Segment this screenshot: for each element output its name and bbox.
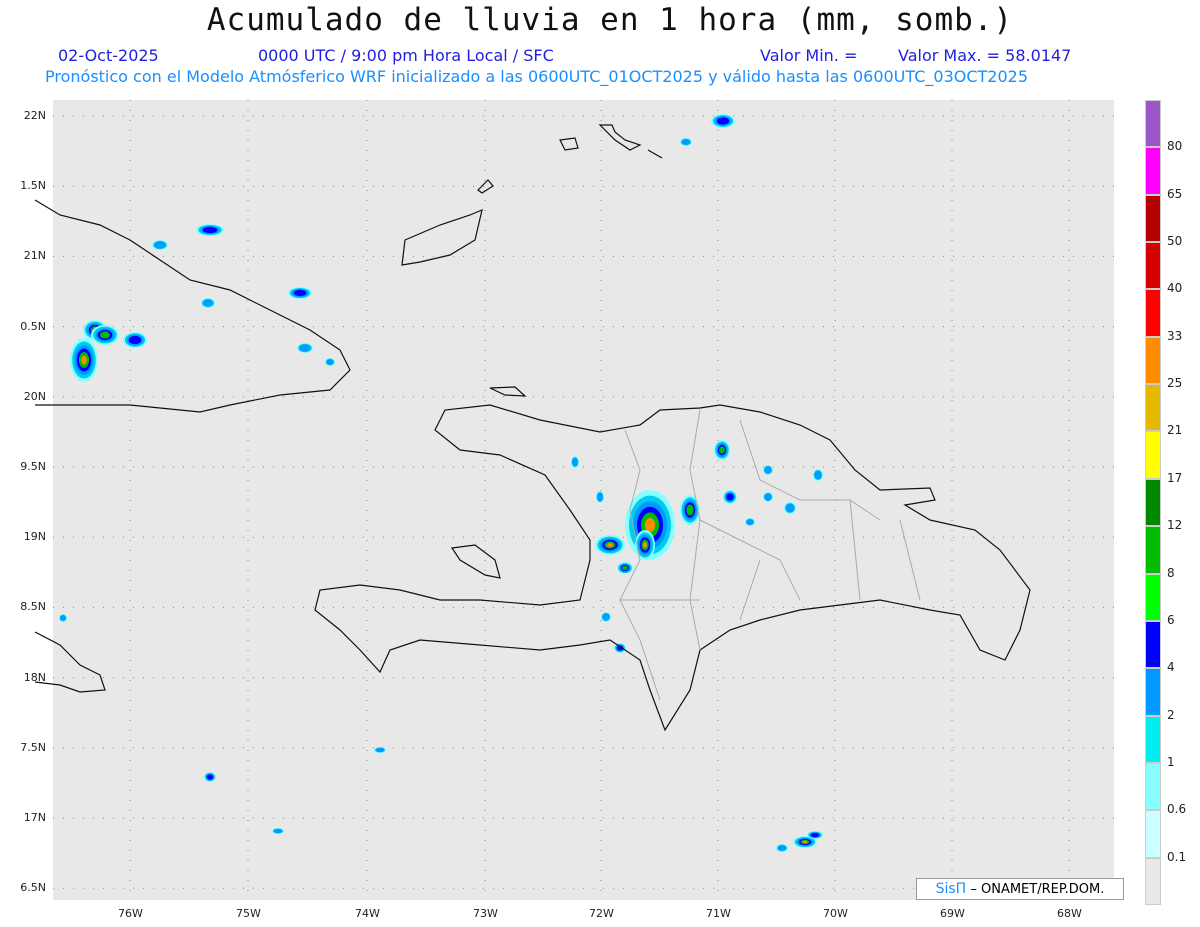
- colorbar-label: 0.6: [1167, 802, 1187, 817]
- precip-contour: [202, 226, 218, 234]
- colorbar-label: 8: [1167, 565, 1175, 580]
- colorbar-label: 40: [1167, 281, 1183, 296]
- precip-contour: [814, 470, 822, 480]
- longitude-label: 75W: [236, 907, 261, 920]
- credit-text: – ONAMET/REP.DOM.: [966, 882, 1105, 897]
- precip-contour: [764, 493, 772, 501]
- credit-box: SisΠ – ONAMET/REP.DOM.: [916, 878, 1124, 900]
- precip-contour: [686, 504, 694, 516]
- colorbar-segment: [1145, 147, 1161, 195]
- precip-contour: [764, 466, 772, 474]
- precip-contour: [60, 615, 66, 621]
- colorbar-segment: [1145, 100, 1161, 148]
- colorbar-segment: [1145, 620, 1161, 669]
- longitude-label: 68W: [1057, 907, 1082, 920]
- latitude-label: 7.5N: [20, 740, 46, 754]
- precip-contour: [81, 355, 87, 365]
- latitude-label: 0.5N: [20, 319, 46, 333]
- precip-contour: [777, 845, 787, 851]
- precip-contour: [622, 565, 628, 571]
- colorbar-segment: [1145, 573, 1161, 621]
- precip-contour: [597, 492, 603, 502]
- colorbar-segment: [1145, 194, 1161, 243]
- colorbar-segment: [1145, 289, 1161, 337]
- precip-contour: [785, 503, 795, 513]
- colorbar-label: 65: [1167, 186, 1183, 201]
- colorbar-label: 12: [1167, 518, 1183, 533]
- colorbar-label: 50: [1167, 234, 1183, 249]
- precip-contour: [802, 840, 808, 844]
- latitude-label: 17N: [23, 811, 46, 824]
- longitude-label: 72W: [589, 907, 614, 920]
- colorbar-label: 0.1: [1167, 849, 1187, 864]
- precip-contour: [643, 542, 647, 548]
- colorbar-segment: [1145, 668, 1161, 716]
- precip-contour: [681, 139, 691, 145]
- precip-contour: [572, 457, 578, 467]
- longitude-label: 69W: [940, 907, 965, 920]
- latitude-label: 21N: [23, 249, 46, 263]
- colorbar-label: 2: [1167, 707, 1175, 722]
- colorbar-label: 21: [1167, 423, 1183, 438]
- latitude-label: 20N: [23, 389, 46, 403]
- precip-contour: [645, 518, 655, 532]
- precip-contour: [746, 519, 754, 525]
- colorbar-label: 33: [1167, 328, 1183, 343]
- longitude-label: 74W: [355, 907, 380, 920]
- colorbar-segment: [1145, 242, 1161, 290]
- latitude-label: 9.5N: [20, 460, 46, 473]
- latitude-label: 19N: [23, 530, 46, 544]
- colorbar-segment: [1145, 384, 1161, 432]
- latitude-label: 1.5N: [20, 179, 46, 193]
- colorbar-label: 25: [1167, 376, 1183, 391]
- precip-contour: [99, 331, 111, 339]
- precip-contour: [128, 335, 142, 345]
- precip-contour: [719, 446, 725, 454]
- colorbar-segment: [1145, 526, 1161, 574]
- longitude-label: 76W: [118, 907, 143, 920]
- longitude-label: 71W: [706, 907, 731, 920]
- latitude-label: 6.5N: [20, 881, 46, 895]
- precip-contour: [716, 117, 730, 125]
- precip-contour: [206, 774, 214, 780]
- colorbar-segment: [1145, 715, 1161, 763]
- colorbar-label: 17: [1167, 470, 1183, 485]
- precipitation-map: [34, 100, 1114, 900]
- precip-contour: [602, 613, 610, 621]
- precip-contour: [726, 493, 734, 501]
- longitude-label: 70W: [823, 907, 848, 920]
- colorbar-label: 6: [1167, 612, 1175, 627]
- precip-contour: [326, 359, 334, 365]
- colorbar-segment: [1145, 431, 1161, 479]
- precip-contour: [154, 241, 166, 249]
- colorbar-segment: [1145, 810, 1161, 858]
- precip-contour: [203, 299, 213, 307]
- colorbar-segment: [1145, 857, 1161, 905]
- sispi-logo: SisΠ: [935, 881, 967, 897]
- colorbar-segment: [1145, 478, 1161, 527]
- precip-contour: [375, 747, 385, 753]
- colorbar-label: 80: [1167, 139, 1183, 154]
- colorbar-label: 1: [1167, 754, 1175, 769]
- latitude-label: 8.5N: [20, 600, 46, 614]
- precip-contour: [607, 543, 613, 547]
- colorbar-segment: [1145, 762, 1161, 811]
- precip-contour: [273, 828, 283, 834]
- latitude-label: 18N: [23, 670, 46, 684]
- precip-contour: [810, 832, 820, 838]
- colorbar-segment: [1145, 336, 1161, 385]
- precip-contour: [299, 344, 311, 352]
- precip-contour: [293, 289, 307, 297]
- latitude-label: 22N: [23, 109, 46, 122]
- longitude-label: 73W: [473, 907, 498, 920]
- colorbar-label: 4: [1167, 660, 1175, 675]
